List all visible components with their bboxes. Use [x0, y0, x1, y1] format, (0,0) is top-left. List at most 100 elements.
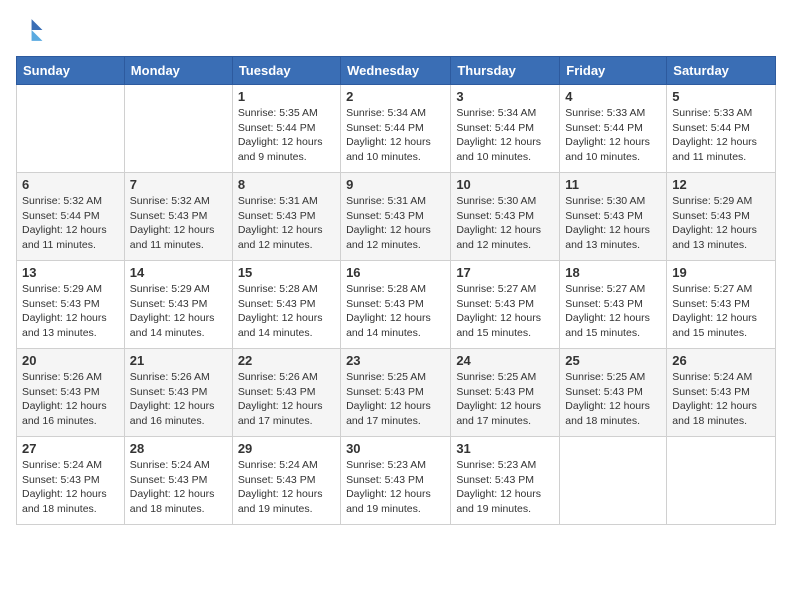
day-number: 21: [130, 353, 227, 368]
calendar-week-row: 27 Sunrise: 5:24 AMSunset: 5:43 PMDaylig…: [17, 437, 776, 525]
day-number: 26: [672, 353, 770, 368]
calendar-cell: 29 Sunrise: 5:24 AMSunset: 5:43 PMDaylig…: [232, 437, 340, 525]
weekday-header: Monday: [124, 57, 232, 85]
calendar-cell: 7 Sunrise: 5:32 AMSunset: 5:43 PMDayligh…: [124, 173, 232, 261]
calendar-cell: 4 Sunrise: 5:33 AMSunset: 5:44 PMDayligh…: [560, 85, 667, 173]
calendar-cell: 17 Sunrise: 5:27 AMSunset: 5:43 PMDaylig…: [451, 261, 560, 349]
day-info: Sunrise: 5:32 AMSunset: 5:44 PMDaylight:…: [22, 194, 119, 253]
day-info: Sunrise: 5:28 AMSunset: 5:43 PMDaylight:…: [346, 282, 445, 341]
calendar-cell: 16 Sunrise: 5:28 AMSunset: 5:43 PMDaylig…: [341, 261, 451, 349]
calendar-cell: 8 Sunrise: 5:31 AMSunset: 5:43 PMDayligh…: [232, 173, 340, 261]
calendar-cell: 27 Sunrise: 5:24 AMSunset: 5:43 PMDaylig…: [17, 437, 125, 525]
calendar-cell: [124, 85, 232, 173]
weekday-header: Tuesday: [232, 57, 340, 85]
calendar-cell: 25 Sunrise: 5:25 AMSunset: 5:43 PMDaylig…: [560, 349, 667, 437]
calendar-cell: 30 Sunrise: 5:23 AMSunset: 5:43 PMDaylig…: [341, 437, 451, 525]
day-number: 13: [22, 265, 119, 280]
calendar-cell: 19 Sunrise: 5:27 AMSunset: 5:43 PMDaylig…: [667, 261, 776, 349]
calendar-week-row: 20 Sunrise: 5:26 AMSunset: 5:43 PMDaylig…: [17, 349, 776, 437]
day-info: Sunrise: 5:33 AMSunset: 5:44 PMDaylight:…: [672, 106, 770, 165]
day-number: 22: [238, 353, 335, 368]
day-info: Sunrise: 5:26 AMSunset: 5:43 PMDaylight:…: [130, 370, 227, 429]
day-number: 28: [130, 441, 227, 456]
day-info: Sunrise: 5:30 AMSunset: 5:43 PMDaylight:…: [565, 194, 661, 253]
calendar-cell: [667, 437, 776, 525]
day-info: Sunrise: 5:29 AMSunset: 5:43 PMDaylight:…: [130, 282, 227, 341]
day-number: 24: [456, 353, 554, 368]
day-number: 14: [130, 265, 227, 280]
calendar-cell: 28 Sunrise: 5:24 AMSunset: 5:43 PMDaylig…: [124, 437, 232, 525]
day-info: Sunrise: 5:24 AMSunset: 5:43 PMDaylight:…: [672, 370, 770, 429]
calendar-cell: 11 Sunrise: 5:30 AMSunset: 5:43 PMDaylig…: [560, 173, 667, 261]
day-number: 16: [346, 265, 445, 280]
page-header: [16, 16, 776, 44]
calendar-cell: 22 Sunrise: 5:26 AMSunset: 5:43 PMDaylig…: [232, 349, 340, 437]
day-info: Sunrise: 5:29 AMSunset: 5:43 PMDaylight:…: [672, 194, 770, 253]
calendar-cell: 31 Sunrise: 5:23 AMSunset: 5:43 PMDaylig…: [451, 437, 560, 525]
calendar-cell: 14 Sunrise: 5:29 AMSunset: 5:43 PMDaylig…: [124, 261, 232, 349]
day-info: Sunrise: 5:30 AMSunset: 5:43 PMDaylight:…: [456, 194, 554, 253]
weekday-header: Saturday: [667, 57, 776, 85]
calendar-cell: 6 Sunrise: 5:32 AMSunset: 5:44 PMDayligh…: [17, 173, 125, 261]
day-info: Sunrise: 5:27 AMSunset: 5:43 PMDaylight:…: [456, 282, 554, 341]
calendar-table: SundayMondayTuesdayWednesdayThursdayFrid…: [16, 56, 776, 525]
day-number: 19: [672, 265, 770, 280]
logo: [16, 16, 48, 44]
weekday-header: Sunday: [17, 57, 125, 85]
day-number: 8: [238, 177, 335, 192]
day-info: Sunrise: 5:35 AMSunset: 5:44 PMDaylight:…: [238, 106, 335, 165]
weekday-header: Thursday: [451, 57, 560, 85]
day-number: 7: [130, 177, 227, 192]
calendar-cell: 1 Sunrise: 5:35 AMSunset: 5:44 PMDayligh…: [232, 85, 340, 173]
day-number: 4: [565, 89, 661, 104]
calendar-cell: [560, 437, 667, 525]
calendar-cell: 3 Sunrise: 5:34 AMSunset: 5:44 PMDayligh…: [451, 85, 560, 173]
calendar-cell: 9 Sunrise: 5:31 AMSunset: 5:43 PMDayligh…: [341, 173, 451, 261]
day-number: 23: [346, 353, 445, 368]
day-info: Sunrise: 5:27 AMSunset: 5:43 PMDaylight:…: [565, 282, 661, 341]
day-number: 2: [346, 89, 445, 104]
logo-icon: [16, 16, 44, 44]
day-number: 11: [565, 177, 661, 192]
day-number: 15: [238, 265, 335, 280]
day-number: 25: [565, 353, 661, 368]
day-number: 29: [238, 441, 335, 456]
day-info: Sunrise: 5:23 AMSunset: 5:43 PMDaylight:…: [346, 458, 445, 517]
day-number: 3: [456, 89, 554, 104]
calendar-header-row: SundayMondayTuesdayWednesdayThursdayFrid…: [17, 57, 776, 85]
calendar-cell: 21 Sunrise: 5:26 AMSunset: 5:43 PMDaylig…: [124, 349, 232, 437]
day-info: Sunrise: 5:24 AMSunset: 5:43 PMDaylight:…: [130, 458, 227, 517]
day-info: Sunrise: 5:29 AMSunset: 5:43 PMDaylight:…: [22, 282, 119, 341]
day-number: 20: [22, 353, 119, 368]
day-info: Sunrise: 5:28 AMSunset: 5:43 PMDaylight:…: [238, 282, 335, 341]
day-number: 1: [238, 89, 335, 104]
weekday-header: Friday: [560, 57, 667, 85]
day-number: 6: [22, 177, 119, 192]
day-info: Sunrise: 5:33 AMSunset: 5:44 PMDaylight:…: [565, 106, 661, 165]
day-info: Sunrise: 5:25 AMSunset: 5:43 PMDaylight:…: [456, 370, 554, 429]
calendar-cell: 12 Sunrise: 5:29 AMSunset: 5:43 PMDaylig…: [667, 173, 776, 261]
calendar-cell: 23 Sunrise: 5:25 AMSunset: 5:43 PMDaylig…: [341, 349, 451, 437]
calendar-cell: 10 Sunrise: 5:30 AMSunset: 5:43 PMDaylig…: [451, 173, 560, 261]
weekday-header: Wednesday: [341, 57, 451, 85]
calendar-cell: 15 Sunrise: 5:28 AMSunset: 5:43 PMDaylig…: [232, 261, 340, 349]
calendar-cell: 2 Sunrise: 5:34 AMSunset: 5:44 PMDayligh…: [341, 85, 451, 173]
day-info: Sunrise: 5:23 AMSunset: 5:43 PMDaylight:…: [456, 458, 554, 517]
day-info: Sunrise: 5:25 AMSunset: 5:43 PMDaylight:…: [565, 370, 661, 429]
day-info: Sunrise: 5:31 AMSunset: 5:43 PMDaylight:…: [346, 194, 445, 253]
day-info: Sunrise: 5:26 AMSunset: 5:43 PMDaylight:…: [22, 370, 119, 429]
day-number: 5: [672, 89, 770, 104]
day-info: Sunrise: 5:24 AMSunset: 5:43 PMDaylight:…: [238, 458, 335, 517]
day-number: 31: [456, 441, 554, 456]
calendar-cell: [17, 85, 125, 173]
calendar-cell: 20 Sunrise: 5:26 AMSunset: 5:43 PMDaylig…: [17, 349, 125, 437]
day-info: Sunrise: 5:25 AMSunset: 5:43 PMDaylight:…: [346, 370, 445, 429]
day-number: 30: [346, 441, 445, 456]
day-info: Sunrise: 5:27 AMSunset: 5:43 PMDaylight:…: [672, 282, 770, 341]
day-number: 27: [22, 441, 119, 456]
calendar-week-row: 1 Sunrise: 5:35 AMSunset: 5:44 PMDayligh…: [17, 85, 776, 173]
calendar-cell: 13 Sunrise: 5:29 AMSunset: 5:43 PMDaylig…: [17, 261, 125, 349]
day-info: Sunrise: 5:32 AMSunset: 5:43 PMDaylight:…: [130, 194, 227, 253]
day-info: Sunrise: 5:26 AMSunset: 5:43 PMDaylight:…: [238, 370, 335, 429]
calendar-week-row: 6 Sunrise: 5:32 AMSunset: 5:44 PMDayligh…: [17, 173, 776, 261]
